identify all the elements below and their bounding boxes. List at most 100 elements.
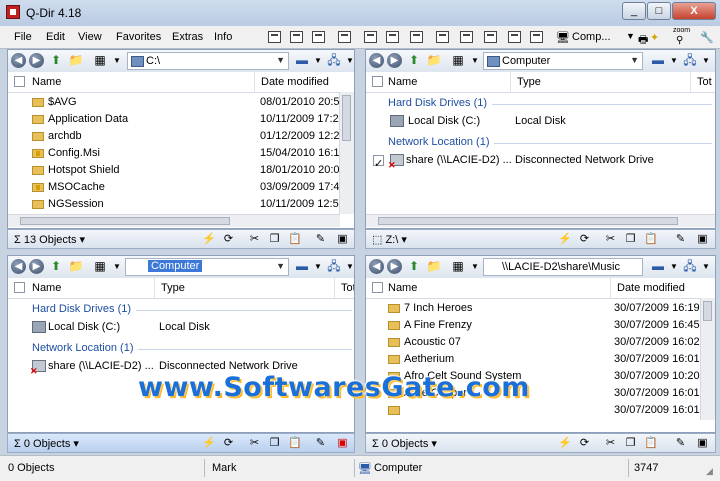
layout-4-icon[interactable]: [338, 31, 351, 43]
desktop-icon[interactable]: ▬: [650, 53, 666, 68]
new-folder-icon[interactable]: 📁: [68, 53, 84, 68]
lightning-icon[interactable]: ⚡: [202, 437, 216, 449]
properties-icon[interactable]: ▣: [696, 437, 709, 449]
refresh-icon[interactable]: ⟳: [578, 233, 591, 245]
row-checkbox[interactable]: ✓: [373, 155, 384, 170]
up-icon[interactable]: ⬆: [406, 53, 422, 68]
view-icon[interactable]: ▦: [450, 259, 466, 274]
copy-icon[interactable]: ❐: [268, 233, 281, 245]
forward-icon[interactable]: ▶: [387, 53, 402, 68]
refresh-icon[interactable]: ⟳: [222, 233, 235, 245]
chevron-down-icon[interactable]: ▼: [276, 55, 285, 65]
chevron-down-icon[interactable]: ▼: [342, 53, 354, 68]
new-folder-icon[interactable]: 📁: [426, 259, 442, 274]
refresh-icon[interactable]: ⟳: [578, 437, 591, 449]
object-count[interactable]: Σ 13 Objects ▾: [14, 233, 85, 246]
menu-extras[interactable]: Extras: [172, 31, 203, 43]
column-name[interactable]: Name: [26, 72, 254, 92]
select-all-checkbox[interactable]: [14, 282, 25, 293]
properties-icon[interactable]: ▣: [336, 233, 349, 245]
pane-bottom-right[interactable]: ◀ ▶ ⬆ 📁 ▦ ▼ \\LACIE-D2\share\Music ▬ ▼ 🖧…: [365, 255, 716, 433]
pane-top-left[interactable]: ◀ ▶ ⬆ 📁 ▦ ▼ C:\ ▼ ▬ ▼ 🖧 ▼ Name Date modi…: [7, 49, 355, 229]
layout-9-icon[interactable]: [460, 31, 473, 43]
pane-bottom-left[interactable]: ◀ ▶ ⬆ 📁 ▦ ▼ Computer ▼ ▬ ▼ 🖧 ▼ Name Type…: [7, 255, 355, 433]
cut-icon[interactable]: ✂: [248, 437, 261, 449]
layout-7-icon[interactable]: [410, 31, 423, 43]
horizontal-scrollbar[interactable]: [8, 214, 340, 227]
cut-icon[interactable]: ✂: [604, 437, 617, 449]
network-icon[interactable]: 🖧: [326, 259, 342, 274]
object-count[interactable]: Σ 0 Objects ▾: [14, 437, 79, 450]
view-dropdown-icon[interactable]: ▼: [467, 53, 483, 68]
new-folder-icon[interactable]: 📁: [426, 53, 442, 68]
layout-10-icon[interactable]: [484, 31, 497, 43]
up-icon[interactable]: ⬆: [406, 259, 422, 274]
select-all-checkbox[interactable]: [14, 76, 25, 87]
rename-icon[interactable]: ✎: [314, 437, 327, 449]
close-button[interactable]: X: [672, 2, 716, 20]
group-header[interactable]: Network Location (1): [32, 342, 134, 354]
forward-icon[interactable]: ▶: [29, 259, 44, 274]
forward-icon[interactable]: ▶: [29, 53, 44, 68]
group-header[interactable]: Hard Disk Drives (1): [388, 97, 487, 109]
back-icon[interactable]: ◀: [369, 259, 384, 274]
desktop-icon[interactable]: ▬: [650, 259, 666, 274]
chevron-down-icon[interactable]: ▼: [342, 259, 354, 274]
lightning-icon[interactable]: ⚡: [558, 437, 572, 449]
properties-icon[interactable]: ▣: [696, 233, 709, 245]
layout-2-icon[interactable]: [290, 31, 303, 43]
chevron-down-icon[interactable]: ▼: [310, 53, 326, 68]
column-date[interactable]: Date modified: [254, 72, 344, 92]
group-header[interactable]: Network Location (1): [388, 136, 490, 148]
star-icon[interactable]: ✦: [650, 31, 659, 44]
minimize-button[interactable]: _: [622, 2, 646, 20]
list-item[interactable]: Local Disk (C:) Local Disk: [8, 319, 348, 336]
network-icon[interactable]: 🖧: [326, 53, 342, 68]
resize-grip-icon[interactable]: ◢: [706, 466, 713, 477]
cut-icon[interactable]: ✂: [248, 233, 261, 245]
pane-top-right[interactable]: ◀ ▶ ⬆ 📁 ▦ ▼ Computer ▼ ▬ ▼ 🖧 ▼ Name Type…: [365, 49, 716, 229]
column-total[interactable]: Tot: [334, 278, 354, 298]
chevron-down-icon[interactable]: ▼: [276, 261, 285, 271]
column-name[interactable]: Name: [382, 72, 510, 92]
network-icon[interactable]: 🖧: [682, 53, 698, 68]
address-bar[interactable]: C:\ ▼: [127, 52, 289, 70]
properties-icon[interactable]: ▣: [336, 437, 349, 449]
vertical-scrollbar[interactable]: [700, 298, 715, 420]
chevron-down-icon[interactable]: ▼: [666, 53, 682, 68]
lightning-icon[interactable]: ⚡: [558, 233, 572, 245]
view-icon[interactable]: ▦: [450, 53, 466, 68]
rename-icon[interactable]: ✎: [674, 233, 687, 245]
column-date[interactable]: Date modified: [610, 278, 702, 298]
current-path[interactable]: ⬚ Z:\ ▾: [372, 233, 407, 246]
layout-8-icon[interactable]: [436, 31, 449, 43]
chevron-down-icon[interactable]: ▼: [626, 31, 635, 41]
up-icon[interactable]: ⬆: [48, 53, 64, 68]
layout-6-icon[interactable]: [386, 31, 399, 43]
menu-edit[interactable]: Edit: [46, 31, 65, 43]
list-item[interactable]: ✓share (\\LACIE-D2) ...Disconnected Netw…: [366, 152, 706, 174]
menu-favorites[interactable]: Favorites: [116, 31, 161, 43]
view-dropdown-icon[interactable]: ▼: [109, 53, 125, 68]
copy-icon[interactable]: ❐: [624, 233, 637, 245]
forward-icon[interactable]: ▶: [387, 259, 402, 274]
paste-icon[interactable]: 📋: [644, 233, 658, 245]
group-header[interactable]: Hard Disk Drives (1): [32, 303, 131, 315]
layout-1-icon[interactable]: [268, 31, 281, 43]
horizontal-scrollbar[interactable]: [366, 214, 715, 227]
view-dropdown-icon[interactable]: ▼: [109, 259, 125, 274]
view-icon[interactable]: ▦: [92, 53, 108, 68]
paste-icon[interactable]: 📋: [288, 233, 302, 245]
layout-12-icon[interactable]: [530, 31, 543, 43]
address-bar[interactable]: Computer ▼: [483, 52, 643, 70]
maximize-button[interactable]: □: [647, 2, 671, 20]
chevron-down-icon[interactable]: ▼: [698, 259, 714, 274]
scroll-thumb[interactable]: [20, 217, 230, 225]
paste-icon[interactable]: 📋: [644, 437, 658, 449]
column-name[interactable]: Name: [26, 278, 154, 298]
list-item[interactable]: Local Disk (C:) Local Disk: [366, 113, 706, 130]
new-folder-icon[interactable]: 📁: [68, 259, 84, 274]
menu-view[interactable]: View: [78, 31, 102, 43]
cut-icon[interactable]: ✂: [604, 233, 617, 245]
wrench-icon[interactable]: 🔧: [700, 31, 714, 44]
